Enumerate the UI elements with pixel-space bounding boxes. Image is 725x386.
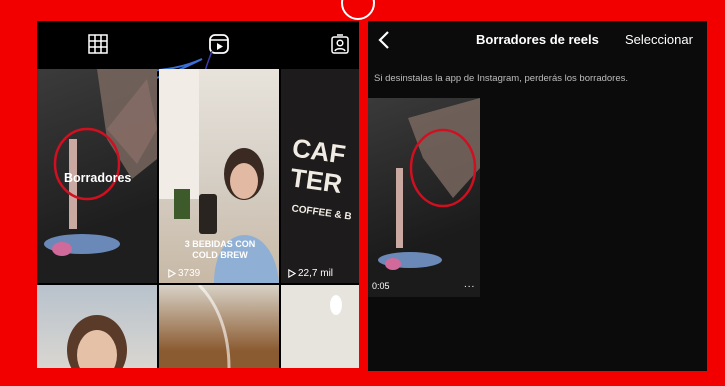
views-count: 3739	[167, 268, 200, 279]
views-count: 22,7 mil	[287, 268, 333, 279]
cafe-thumbnail-illustration: CAF TER COFFEE & B	[288, 132, 353, 222]
grid-item-person[interactable]	[37, 285, 157, 368]
select-button[interactable]: Seleccionar	[625, 32, 693, 47]
light-thumbnail-illustration	[330, 295, 342, 315]
reels-drafts-panel: Borradores de reels Seleccionar Si desin…	[368, 21, 707, 371]
draft-thumbnail-illustration	[378, 98, 480, 270]
play-icon	[288, 269, 296, 278]
grid-item-light[interactable]	[281, 285, 359, 368]
draft-duration: 0:05	[372, 281, 390, 291]
drafts-warning-note: Si desinstalas la app de Instagram, perd…	[374, 73, 628, 84]
chevron-left-icon[interactable]	[376, 30, 392, 50]
svg-text:COFFEE & B: COFFEE & B	[291, 203, 353, 222]
tagged-icon[interactable]	[329, 33, 351, 55]
coffee-thumbnail-illustration	[197, 285, 231, 368]
play-icon	[168, 269, 176, 278]
grid-icon[interactable]	[87, 33, 109, 55]
profile-reels-panel: Borradores 3 BEBIDAS CON COLD BREW 3739 …	[37, 21, 359, 368]
grid-item-video[interactable]: 3 BEBIDAS CON COLD BREW 3739	[159, 69, 279, 283]
svg-text:TER: TER	[288, 162, 344, 199]
drafts-header: Borradores de reels Seleccionar	[368, 21, 707, 61]
views-count-text: 22,7 mil	[298, 268, 334, 279]
profile-tab-bar	[37, 21, 359, 98]
grid-item-coffee[interactable]	[159, 285, 279, 368]
grid-item-overlay-label: 3 BEBIDAS CON COLD BREW	[184, 239, 256, 260]
reels-grid: Borradores 3 BEBIDAS CON COLD BREW 3739 …	[37, 69, 359, 368]
grid-item-overlay-label: Borradores	[64, 171, 132, 185]
page-title: Borradores de reels	[476, 32, 599, 47]
views-count-text: 3739	[178, 268, 201, 279]
draft-more-icon[interactable]: ...	[464, 279, 475, 290]
grid-item-drafts[interactable]: Borradores	[37, 69, 157, 283]
grid-item-cafe[interactable]: CAF TER COFFEE & B 22,7 mil	[281, 69, 359, 283]
person-thumbnail-illustration	[67, 315, 127, 368]
draft-item[interactable]: 0:05 ...	[368, 98, 480, 297]
